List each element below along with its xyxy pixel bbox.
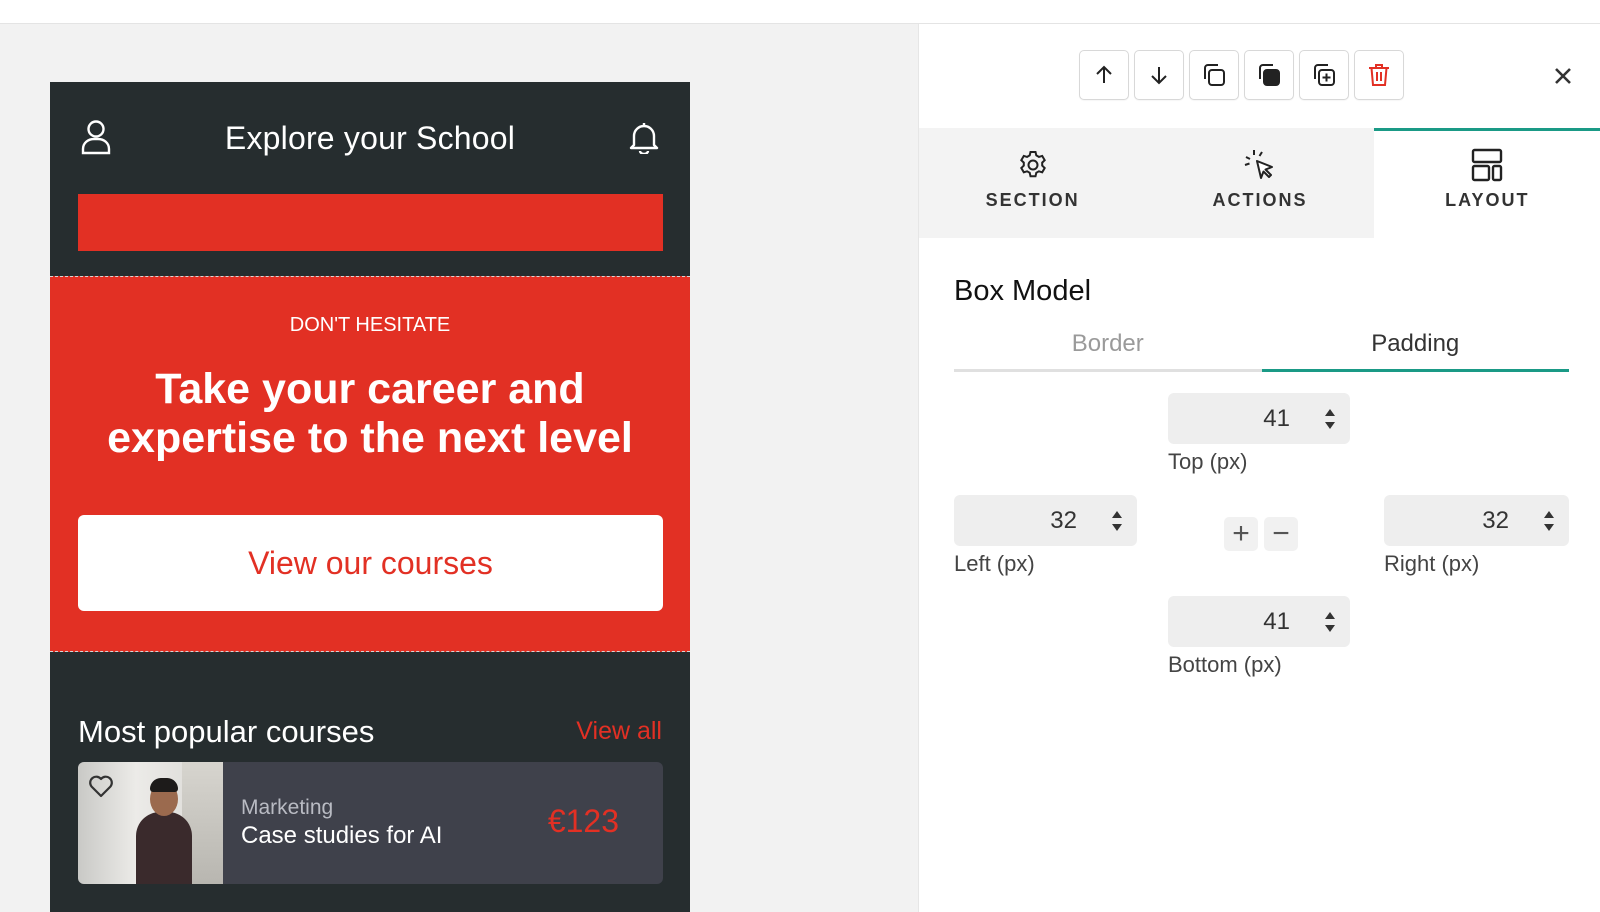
stepper-arrows-icon[interactable] xyxy=(1529,495,1569,546)
padding-bottom-value: 41 xyxy=(1263,607,1290,635)
view-courses-button[interactable]: View our courses xyxy=(78,515,663,611)
cursor-click-icon xyxy=(1242,146,1278,184)
app-title: Explore your School xyxy=(224,120,516,156)
padding-bottom-input[interactable]: 41 xyxy=(1168,596,1350,647)
copy-style-icon xyxy=(1259,64,1280,86)
layout-icon xyxy=(1469,146,1505,184)
course-image xyxy=(78,762,223,884)
profile-icon[interactable] xyxy=(76,116,116,158)
add-block-button[interactable] xyxy=(1299,50,1349,100)
course-card[interactable]: Marketing Case studies for AI €123 xyxy=(78,762,663,884)
duplicate-button[interactable] xyxy=(1189,50,1239,100)
phone-preview: Explore your School DON'T HESITATE Take … xyxy=(50,82,690,912)
stepper-arrows-icon[interactable] xyxy=(1310,393,1350,444)
tab-section[interactable]: SECTION xyxy=(919,128,1147,238)
course-name: Case studies for AI xyxy=(241,822,443,849)
padding-top-input[interactable]: 41 xyxy=(1168,393,1350,444)
heart-icon[interactable] xyxy=(86,772,116,800)
course-price: €123 xyxy=(547,803,619,839)
tab-section-label: SECTION xyxy=(985,190,1080,210)
panel-tabs: SECTION ACTIONS LAYOUT xyxy=(919,128,1600,238)
tab-layout-label: LAYOUT xyxy=(1445,190,1530,210)
padding-top-label: Top (px) xyxy=(1168,449,1248,474)
arrow-up-icon xyxy=(1096,65,1112,83)
hero-title: Take your career and expertise to the ne… xyxy=(107,365,633,462)
copy-style-button[interactable] xyxy=(1244,50,1294,100)
tab-layout[interactable]: LAYOUT xyxy=(1373,128,1600,238)
padding-right-value: 32 xyxy=(1482,506,1509,534)
tab-actions[interactable]: ACTIONS xyxy=(1146,128,1374,238)
padding-right-input[interactable]: 32 xyxy=(1384,495,1569,546)
subtab-border[interactable]: Border xyxy=(954,324,1262,369)
move-down-button[interactable] xyxy=(1134,50,1184,100)
arrow-down-icon xyxy=(1151,67,1167,85)
padding-left-value: 32 xyxy=(1050,506,1077,534)
popular-courses-title: Most popular courses xyxy=(78,714,375,749)
bell-icon[interactable] xyxy=(624,116,664,158)
hero-eyebrow: DON'T HESITATE xyxy=(289,314,451,336)
move-up-button[interactable] xyxy=(1079,50,1129,100)
padding-top-value: 41 xyxy=(1263,404,1290,432)
editor-canvas: Explore your School DON'T HESITATE Take … xyxy=(0,24,918,912)
top-bar xyxy=(0,0,1600,24)
padding-left-input[interactable]: 32 xyxy=(954,495,1137,546)
duplicate-icon xyxy=(1204,64,1225,86)
box-model-subtabs: Border Padding xyxy=(954,324,1569,372)
plus-button[interactable]: + xyxy=(1224,517,1258,551)
stepper-arrows-icon[interactable] xyxy=(1097,495,1137,546)
delete-button[interactable] xyxy=(1354,50,1404,100)
padding-right-label: Right (px) xyxy=(1384,551,1480,576)
properties-panel: SECTION ACTIONS LAYOUT Box Model Border … xyxy=(918,24,1600,912)
tab-actions-label: ACTIONS xyxy=(1212,190,1308,210)
view-all-link[interactable]: View all xyxy=(576,714,662,748)
minus-button[interactable]: − xyxy=(1264,517,1298,551)
close-panel-button[interactable] xyxy=(1549,62,1577,90)
subtab-padding[interactable]: Padding xyxy=(1261,324,1570,372)
stepper-arrows-icon[interactable] xyxy=(1310,596,1350,647)
padding-bottom-label: Bottom (px) xyxy=(1168,652,1282,677)
close-icon xyxy=(1555,68,1571,84)
padding-left-label: Left (px) xyxy=(954,551,1035,576)
trash-icon xyxy=(1369,64,1389,86)
course-category: Marketing xyxy=(241,796,334,819)
add-block-icon xyxy=(1314,64,1335,86)
banner-bar xyxy=(78,194,663,251)
gear-icon xyxy=(1017,146,1049,184)
box-model-heading: Box Model xyxy=(954,275,1092,307)
hero-section[interactable]: DON'T HESITATE Take your career and expe… xyxy=(50,276,690,652)
block-toolbar xyxy=(1079,50,1404,102)
app-header: Explore your School xyxy=(50,82,690,194)
